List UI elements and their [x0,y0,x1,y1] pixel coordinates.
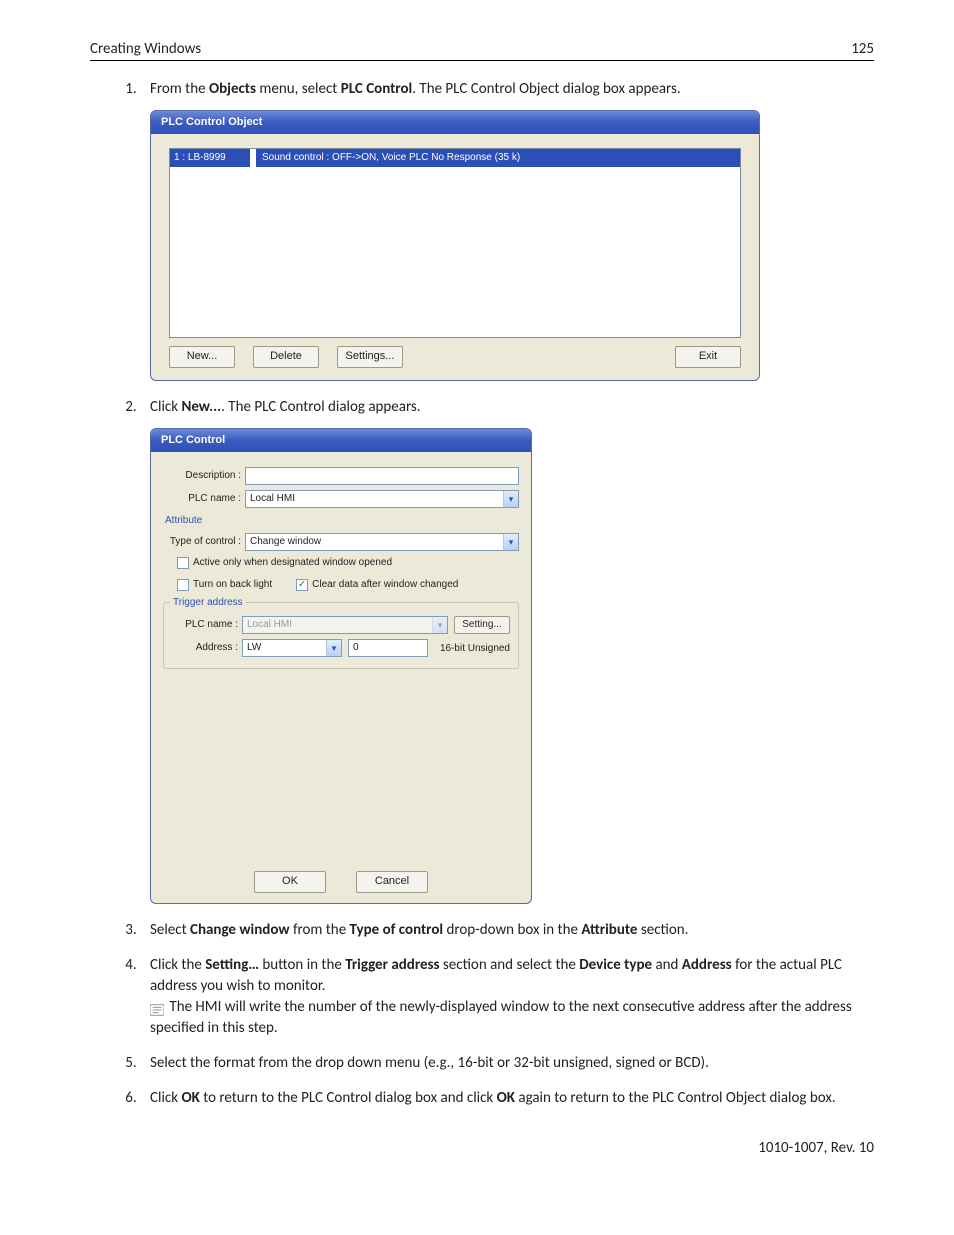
checkbox-label: Clear data after window changed [312,578,458,592]
attribute-section-label: Attribute [165,514,519,528]
dialog-titlebar: PLC Control Object [151,111,759,134]
plcname2-combo: Local HMI ▾ [242,616,448,634]
text-bold: Address [682,956,732,974]
address-value-input[interactable]: 0 [348,639,428,657]
text-bold: OK [497,1089,515,1107]
active-only-checkbox[interactable]: Active only when designated window opene… [177,556,519,570]
chevron-down-icon[interactable]: ▾ [503,491,518,507]
text-bold: Trigger address [345,956,439,974]
ok-cancel-row: OK Cancel [163,871,519,892]
text: From the [150,80,209,98]
text: Click the [150,956,205,974]
format-label: 16-bit Unsigned [440,642,510,656]
plcname-label: PLC name : [163,492,245,506]
text-bold: PLC Control [341,80,412,98]
setting-button[interactable]: Setting... [454,616,510,634]
page-footer: 1010-1007, Rev. 10 [90,1139,874,1157]
step-1: From the Objects menu, select PLC Contro… [140,79,874,381]
text: . The PLC Control dialog appears. [221,398,420,416]
step-3: Select Change window from the Type of co… [140,920,874,941]
ok-button[interactable]: OK [254,871,326,892]
text: button in the [259,956,345,974]
button-row: New... Delete Settings... Exit [169,346,741,367]
text: drop-down box in the [443,921,581,939]
combo-value: Change window [245,533,519,551]
text: Click [150,398,181,416]
text: Click [150,1089,181,1107]
step-2: Click New.... The PLC Control dialog app… [140,397,874,904]
combo-value: Local HMI [242,616,448,634]
text-bold: OK [181,1089,199,1107]
checkbox-icon [177,557,189,569]
plcname2-label: PLC name : [172,618,242,632]
plc-control-object-dialog: PLC Control Object 1 : LB-8999 Sound con… [150,110,760,381]
address-label: Address : [172,641,242,655]
group-title: Trigger address [170,596,246,610]
text: . The PLC Control Object dialog box appe… [412,80,680,98]
plc-control-dialog: PLC Control Description : PLC name : Loc… [150,428,532,904]
note-icon [150,1004,164,1016]
page-header: Creating Windows 125 [90,40,874,61]
checkbox-label: Active only when designated window opene… [193,556,392,570]
cancel-button[interactable]: Cancel [356,871,428,892]
checkbox-icon: ✓ [296,579,308,591]
text-bold: Setting… [205,956,259,974]
list-cell: 1 : LB-8999 [170,149,250,167]
checkbox-icon [177,579,189,591]
text: section and select the [440,956,580,974]
chevron-down-icon[interactable]: ▾ [326,640,341,656]
text-bold: Device type [579,956,652,974]
text: again to return to the PLC Control Objec… [515,1089,836,1107]
text-bold: Attribute [581,921,637,939]
text: Select the format from the drop down men… [150,1054,709,1072]
object-listbox[interactable]: 1 : LB-8999 Sound control : OFF->ON, Voi… [169,148,741,338]
header-right: 125 [851,40,874,58]
chevron-down-icon: ▾ [432,617,447,633]
delete-button[interactable]: Delete [253,346,319,367]
text-bold: New... [181,398,221,416]
combo-value: Local HMI [245,490,519,508]
text: section. [637,921,688,939]
step-4: Click the Setting… button in the Trigger… [140,955,874,1039]
text: and [652,956,682,974]
note-text: The HMI will write the number of the new… [150,998,852,1037]
steps-list: From the Objects menu, select PLC Contro… [90,79,874,1109]
plcname-combo[interactable]: Local HMI ▾ [245,490,519,508]
chevron-down-icon[interactable]: ▾ [503,534,518,550]
backlight-checkbox[interactable]: Turn on back light [177,578,272,592]
text-bold: Change window [190,921,290,939]
description-input[interactable] [245,467,519,485]
text: Select [150,921,190,939]
address-type-combo[interactable]: LW ▾ [242,639,342,657]
trigger-address-group: Trigger address PLC name : Local HMI ▾ S… [163,602,519,669]
list-cell: Sound control : OFF->ON, Voice PLC No Re… [256,149,740,167]
text: from the [290,921,350,939]
new-button[interactable]: New... [169,346,235,367]
step-5: Select the format from the drop down men… [140,1053,874,1074]
text-bold: Type of control [350,921,444,939]
list-row[interactable]: 1 : LB-8999 Sound control : OFF->ON, Voi… [170,149,740,167]
description-label: Description : [163,469,245,483]
exit-button[interactable]: Exit [675,346,741,367]
text: menu, select [256,80,341,98]
text: to return to the PLC Control dialog box … [200,1089,497,1107]
typeofcontrol-label: Type of control : [163,535,245,549]
step-6: Click OK to return to the PLC Control di… [140,1088,874,1109]
settings-button[interactable]: Settings... [337,346,403,367]
typeofcontrol-combo[interactable]: Change window ▾ [245,533,519,551]
checkbox-label: Turn on back light [193,578,272,592]
header-left: Creating Windows [90,40,201,58]
text-bold: Objects [209,80,256,98]
dialog-titlebar: PLC Control [151,429,531,452]
cleardata-checkbox[interactable]: ✓ Clear data after window changed [296,578,458,592]
